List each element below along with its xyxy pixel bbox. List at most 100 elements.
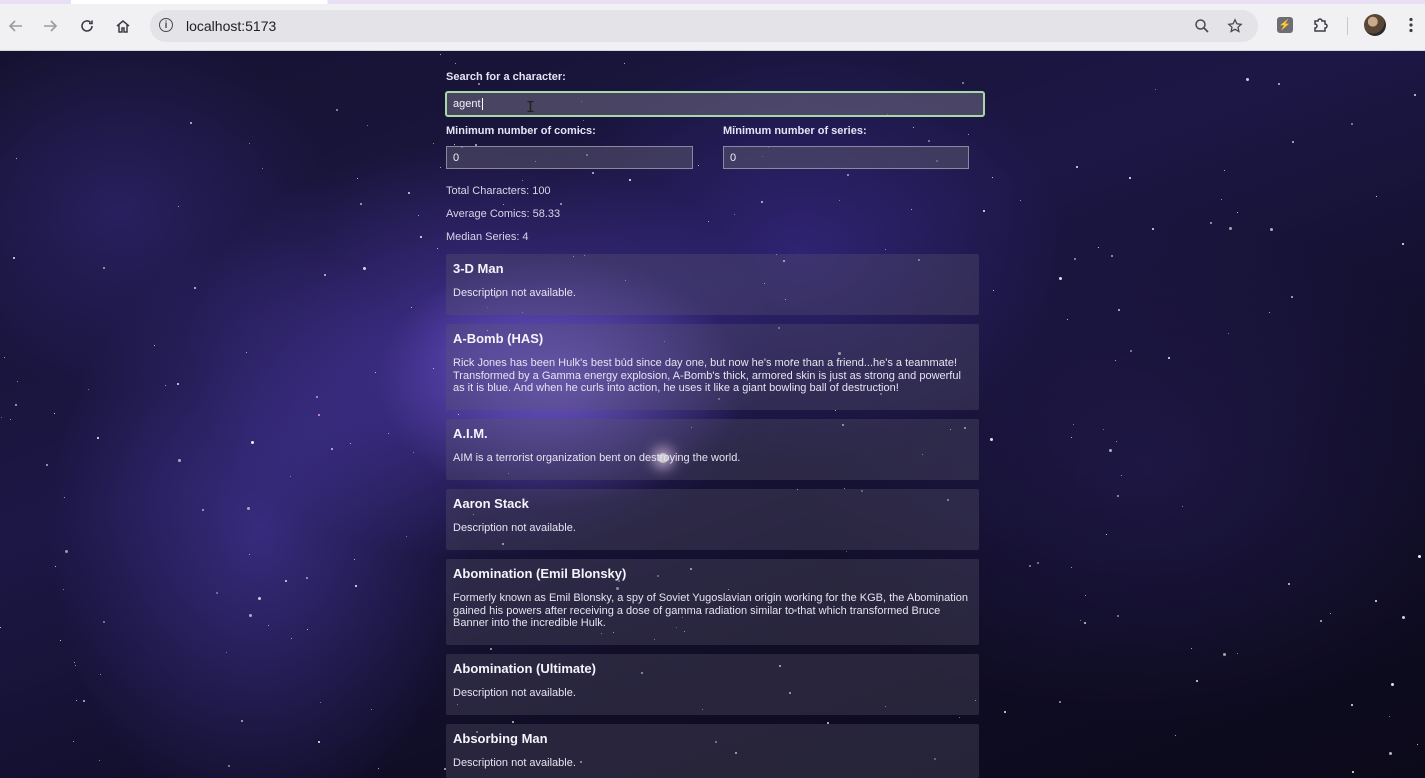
star [1228,333,1229,334]
info-icon[interactable]: i [159,18,173,32]
character-card[interactable]: A.I.M. AIM is a terrorist organization b… [446,419,979,480]
star [371,709,372,710]
star [63,589,64,590]
star [388,433,389,434]
star [990,438,993,441]
star [1330,613,1331,614]
star [103,621,105,623]
min-comics-input[interactable]: 0 [446,146,693,169]
home-button[interactable] [111,14,135,38]
star [418,215,419,216]
star [165,385,166,386]
star [320,702,321,703]
star [226,652,227,653]
star [1391,683,1394,686]
star [1098,247,1099,248]
star [241,720,243,722]
star [367,125,368,126]
character-name: Abomination (Ultimate) [453,661,596,676]
star [247,507,250,510]
star [290,476,291,477]
star [1402,616,1405,619]
star [1117,495,1119,497]
star [249,554,250,555]
star [363,267,366,270]
star [1237,212,1238,213]
star [258,597,261,600]
star [75,665,76,666]
star [318,741,320,743]
star [913,127,914,128]
character-description: AIM is a terrorist organization bent on … [453,452,741,464]
star [88,389,89,390]
puzzle-icon [1314,18,1328,32]
extensions-menu-button[interactable] [1310,14,1332,36]
extension-button[interactable]: ⚡ [1274,14,1296,36]
star [16,158,17,159]
star [249,143,250,144]
address-bar[interactable]: i localhost:5173 [150,10,1258,42]
menu-button[interactable] [1400,14,1422,36]
star [437,248,438,249]
character-name: Aaron Stack [453,496,529,511]
star [411,307,412,308]
character-card[interactable]: Absorbing Man Description not available. [446,724,979,778]
star [190,122,192,124]
min-series-value: 0 [730,151,737,164]
character-card[interactable]: Abomination (Emil Blonsky) Formerly know… [446,559,979,645]
star [178,459,181,462]
forward-button[interactable] [38,14,62,38]
min-series-input[interactable]: 0 [723,146,969,169]
star [1004,711,1006,713]
star [560,203,562,205]
ibeam-cursor-icon: I [526,98,536,116]
character-card[interactable]: 3-D Man Description not available. [446,254,979,315]
star [835,410,836,411]
kebab-menu-icon [1409,17,1413,33]
profile-button[interactable] [1364,14,1386,36]
star [583,120,584,121]
zoom-icon[interactable] [1193,17,1211,35]
star [1074,258,1076,260]
star [1059,701,1061,703]
star [1071,437,1072,438]
avatar [1364,14,1386,36]
star [408,192,410,194]
star [103,267,105,269]
home-icon [116,20,130,33]
star [1389,752,1392,755]
star [847,174,849,176]
star [440,167,441,168]
star [1418,555,1421,558]
star [1292,141,1294,143]
back-button[interactable] [4,14,28,38]
star [1067,319,1068,320]
star [698,165,699,166]
character-card[interactable]: Aaron Stack Description not available. [446,489,979,550]
star [959,717,960,718]
star-icon[interactable] [1226,17,1244,35]
tab-strip [0,0,1425,4]
star [1080,620,1081,621]
extension-icon: ⚡ [1277,17,1293,33]
star [1073,424,1074,425]
star [83,700,85,702]
star [1237,653,1238,654]
toolbar-separator [1347,17,1348,35]
star [1029,565,1031,567]
star [1402,243,1404,245]
star [307,629,308,630]
star [1103,429,1104,430]
character-card[interactable]: A-Bomb (HAS) Rick Jones has been Hulk's … [446,324,979,410]
character-description: Description not available. [453,287,576,299]
star [378,768,379,769]
browser-toolbar: i localhost:5173 ⚡ [0,0,1425,51]
star [1376,196,1377,197]
character-card[interactable]: Abomination (Ultimate) Description not a… [446,654,979,715]
star [592,172,594,174]
star [354,559,355,560]
star [968,134,969,135]
reload-button[interactable] [75,14,99,38]
character-name: Abomination (Emil Blonsky) [453,566,627,581]
star [1059,277,1062,280]
